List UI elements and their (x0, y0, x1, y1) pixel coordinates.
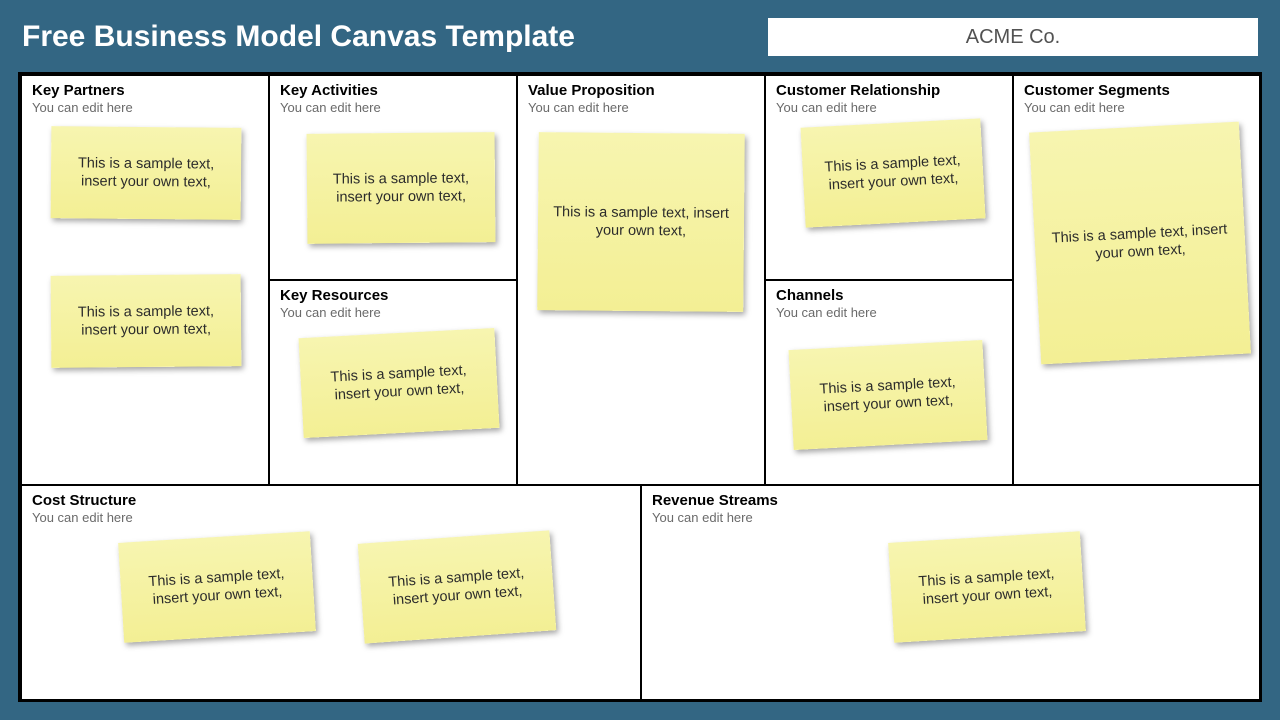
cell-subtitle: You can edit here (280, 100, 506, 115)
header: Free Business Model Canvas Template ACME… (0, 0, 1280, 70)
cell-title: Customer Segments (1024, 82, 1249, 99)
cell-title: Key Resources (280, 287, 506, 304)
sticky-note-ka[interactable]: This is a sample text, insert your own t… (307, 132, 496, 244)
sticky-text: This is a sample text, insert your own t… (802, 372, 974, 417)
sticky-text: This is a sample text, insert your own t… (902, 564, 1072, 610)
company-name-text: ACME Co. (966, 26, 1060, 49)
sticky-note-kp-2[interactable]: This is a sample text, insert your own t… (51, 274, 242, 368)
sticky-note-cost-2[interactable]: This is a sample text, insert your own t… (358, 530, 557, 643)
sticky-text: This is a sample text, insert your own t… (63, 154, 229, 192)
cell-title: Revenue Streams (652, 492, 1249, 509)
sticky-note-kr[interactable]: This is a sample text, insert your own t… (299, 328, 500, 438)
sticky-text: This is a sample text, insert your own t… (550, 203, 732, 241)
business-model-canvas: Key Partners You can edit here Key Activ… (18, 72, 1262, 702)
cell-subtitle: You can edit here (776, 305, 1002, 320)
page-title: Free Business Model Canvas Template (22, 20, 575, 54)
sticky-text: This is a sample text, insert your own t… (63, 302, 229, 340)
cell-title: Key Partners (32, 82, 258, 99)
sticky-note-ch[interactable]: This is a sample text, insert your own t… (789, 340, 988, 450)
cell-title: Key Activities (280, 82, 506, 99)
company-name-box[interactable]: ACME Co. (768, 18, 1258, 56)
cell-subtitle: You can edit here (32, 100, 258, 115)
sticky-note-rev[interactable]: This is a sample text, insert your own t… (888, 531, 1086, 643)
cell-subtitle: You can edit here (776, 100, 1002, 115)
sticky-text: This is a sample text, insert your own t… (132, 564, 302, 610)
cell-subtitle: You can edit here (1024, 100, 1249, 115)
cell-subtitle: You can edit here (32, 510, 630, 525)
cell-subtitle: You can edit here (280, 305, 506, 320)
sticky-note-cost-1[interactable]: This is a sample text, insert your own t… (118, 531, 316, 643)
sticky-note-cs[interactable]: This is a sample text, insert your own t… (1029, 122, 1251, 365)
cell-subtitle: You can edit here (652, 510, 1249, 525)
sticky-note-cr[interactable]: This is a sample text, insert your own t… (801, 118, 986, 227)
sticky-text: This is a sample text, insert your own t… (372, 563, 542, 611)
cell-title: Customer Relationship (776, 82, 1002, 99)
sticky-text: This is a sample text, insert your own t… (814, 151, 972, 195)
sticky-note-vp[interactable]: This is a sample text, insert your own t… (537, 132, 745, 312)
sticky-text: This is a sample text, insert your own t… (312, 360, 486, 405)
cell-title: Cost Structure (32, 492, 630, 509)
cell-title: Value Proposition (528, 82, 754, 99)
sticky-text: This is a sample text, insert your own t… (1046, 220, 1234, 266)
cell-title: Channels (776, 287, 1002, 304)
sticky-text: This is a sample text, insert your own t… (319, 169, 483, 207)
cell-subtitle: You can edit here (528, 100, 754, 115)
sticky-note-kp-1[interactable]: This is a sample text, insert your own t… (51, 126, 242, 220)
